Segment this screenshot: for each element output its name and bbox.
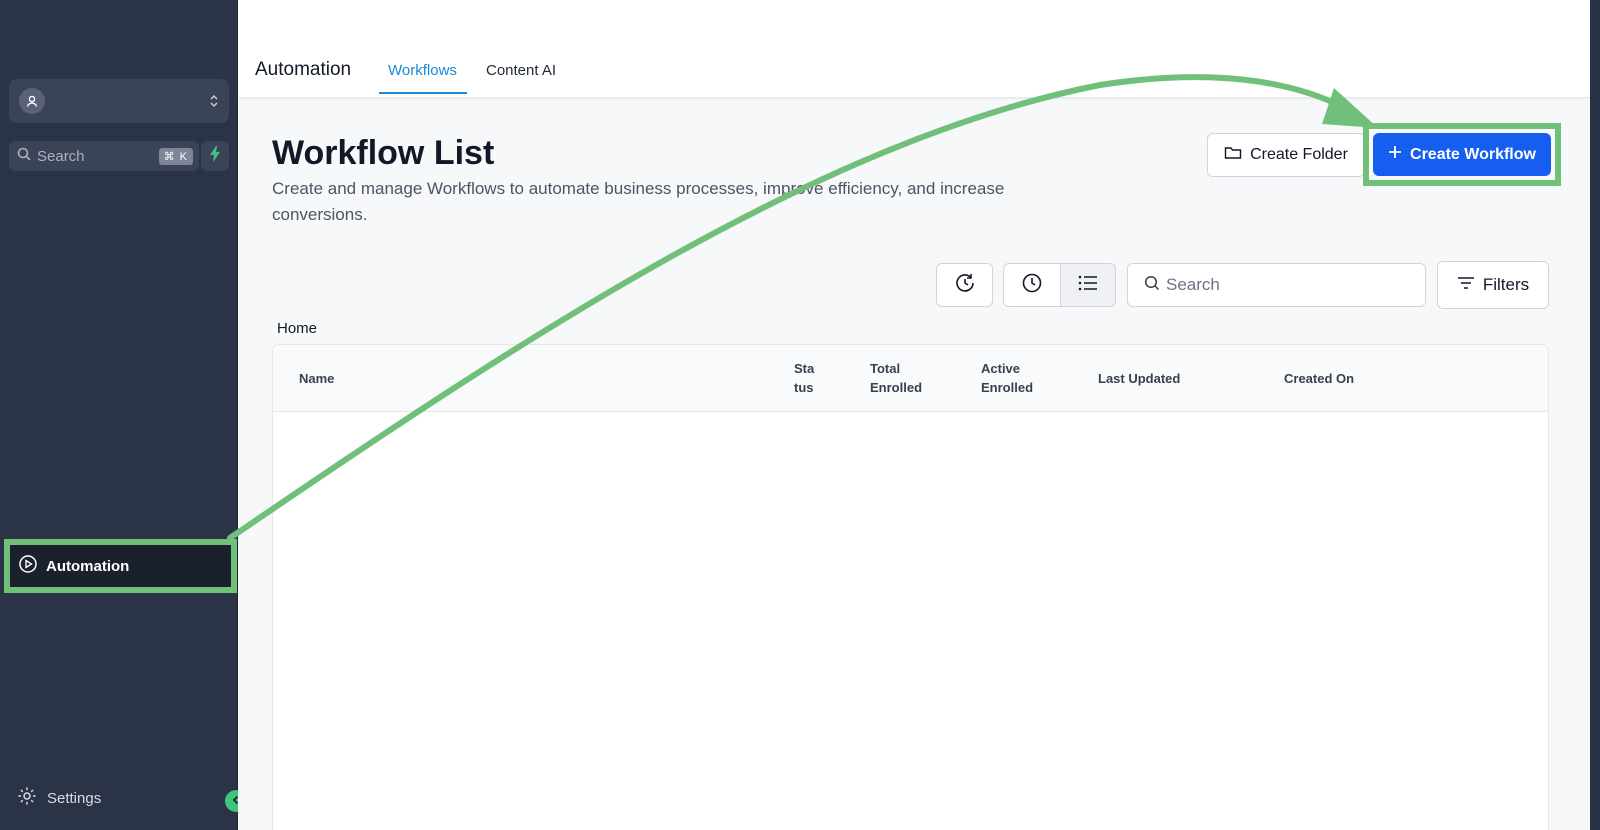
filter-icon <box>1457 275 1475 295</box>
create-workflow-label: Create Workflow <box>1410 145 1536 163</box>
table-header: Name Sta tus Total Enrolled Active Enrol… <box>273 345 1548 412</box>
breadcrumb[interactable]: Home <box>277 320 317 337</box>
tab-workflows[interactable]: Workflows <box>388 62 457 79</box>
app-title: Automation <box>255 59 352 80</box>
page-description: Create and manage Workflows to automate … <box>272 179 1005 224</box>
app-frame: Search ⌘ K Automation Settings Automatio… <box>0 0 1600 830</box>
filters-button[interactable]: Filters <box>1437 261 1549 309</box>
workflow-search-input[interactable]: Search <box>1127 263 1426 307</box>
window-edge <box>1590 0 1600 830</box>
create-folder-button[interactable]: Create Folder <box>1207 133 1365 177</box>
sidebar-search-placeholder: Search <box>37 147 85 165</box>
automation-icon <box>18 554 38 578</box>
chevron-up-down-icon <box>209 93 219 109</box>
view-toggle-group <box>1003 263 1116 307</box>
sidebar-search[interactable]: Search ⌘ K <box>9 141 199 171</box>
create-workflow-button[interactable]: Create Workflow <box>1373 133 1551 176</box>
search-shortcut-badge: ⌘ K <box>158 147 193 165</box>
sidebar-item-label: Automation <box>46 557 130 575</box>
filters-label: Filters <box>1482 275 1530 294</box>
plus-icon <box>1388 145 1402 164</box>
column-header-created-on[interactable]: Created On <box>1284 369 1354 388</box>
history-button[interactable] <box>936 263 993 307</box>
column-header-name[interactable]: Name <box>299 369 334 388</box>
folder-icon <box>1224 145 1242 166</box>
column-header-total-enrolled[interactable]: Total Enrolled <box>870 359 940 397</box>
top-bar: Automation Workflows Content AI <box>238 0 1590 98</box>
clock-icon <box>1021 272 1043 299</box>
sidebar-item-automation[interactable]: Automation <box>4 539 237 593</box>
active-tab-indicator <box>379 92 467 94</box>
create-folder-label: Create Folder <box>1250 146 1348 163</box>
tab-content-ai[interactable]: Content AI <box>486 62 556 79</box>
account-switcher[interactable] <box>9 79 229 123</box>
column-header-last-updated[interactable]: Last Updated <box>1098 369 1180 388</box>
sidebar-item-label: Settings <box>47 789 102 807</box>
quick-actions-button[interactable] <box>201 141 229 171</box>
lightning-bolt-icon <box>209 145 221 167</box>
search-icon <box>1144 275 1160 296</box>
column-header-active-enrolled[interactable]: Active Enrolled <box>981 359 1051 397</box>
search-icon <box>17 147 31 165</box>
history-icon <box>954 272 976 299</box>
workflow-search-placeholder: Search <box>1166 275 1220 294</box>
account-avatar-icon <box>19 88 45 114</box>
main-content: Automation Workflows Content AI Workflow… <box>238 0 1590 830</box>
recent-view-button[interactable] <box>1004 264 1060 306</box>
list-view-button[interactable] <box>1059 264 1115 306</box>
workflow-table: Name Sta tus Total Enrolled Active Enrol… <box>272 344 1549 830</box>
sidebar-item-settings[interactable]: Settings <box>17 786 101 810</box>
page-title: Workflow List <box>272 134 495 172</box>
list-view-icon <box>1078 275 1098 296</box>
gear-icon <box>17 786 37 810</box>
sidebar: Search ⌘ K Automation Settings <box>0 0 247 830</box>
column-header-status[interactable]: Sta tus <box>794 359 824 397</box>
